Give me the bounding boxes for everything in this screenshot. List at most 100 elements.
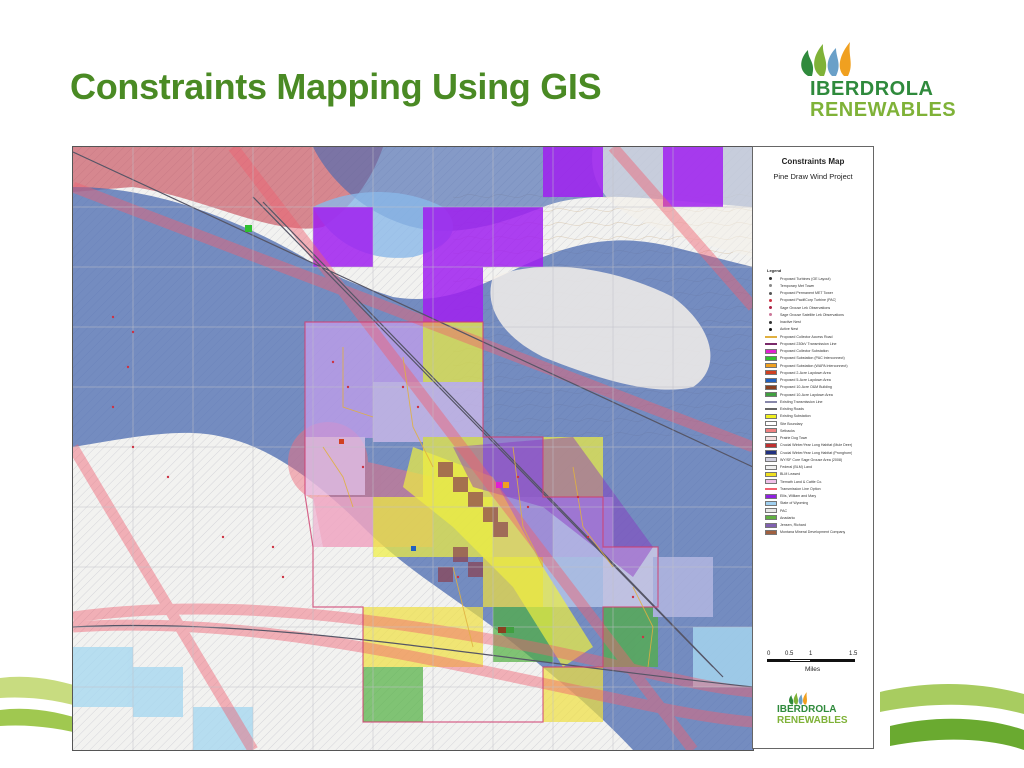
brand-name-line2: RENEWABLES [810,99,957,121]
legend-item: Existing Substation [765,413,871,420]
legend-swatch [765,348,777,354]
legend-map-title: Constraints Map [781,157,845,166]
legend-label: Crucial Winter/Year Long Habitat (Mule D… [780,443,853,448]
legend-label: Federal (BLM) Land [780,465,812,470]
laydown-10acre-marker [506,627,514,633]
legend-map-subtitle: Pine Draw Wind Project [773,172,853,181]
legend-item: Proposed 230kV Transmission Line [765,340,871,347]
map-canvas [73,147,753,750]
scale-bar-segment [811,659,855,662]
legend-label: Existing Roads [780,407,804,412]
legend-label: Anadarko [780,515,796,520]
legend-brand-line1: IBERDROLA [777,704,837,715]
legend-swatch [765,479,777,485]
legend-item: Proposed 10-Acre O&M Building [765,384,871,391]
legend-swatch [765,327,777,332]
legend-item: Proposed Turbines (GE Layout) [765,275,871,282]
scale-tick-label: 1.5 [849,651,858,657]
legend-label: Active Nest [780,327,799,332]
legend-swatch [765,508,777,514]
proposed-collector-substation-marker [496,482,502,488]
legend-swatch [765,442,777,448]
legend-swatch [765,457,777,463]
legend-item: Existing Transmission Line [765,398,871,405]
legend-label: Proposed 10-Acre Laydown Area [780,392,833,397]
legend-item: Site Boundary [765,420,871,427]
legend-item: Proposed Substation (PAC Interconnect) [765,355,871,362]
legend-item: Jensen, Richard [765,522,871,529]
legend-swatch [765,522,777,528]
legend-swatch [765,305,777,310]
legend-item: Active Nest [765,326,871,333]
legend-label: Proposed Turbines (GE Layout) [780,276,831,281]
legend-swatch [765,342,777,345]
scale-bar: 0 0.5 1 1.5 Miles [767,651,859,681]
legend-heading: Legend [767,268,782,273]
brand-name-line1: IBERDROLA [810,78,934,100]
legend-label: PAC [780,508,788,513]
legend-swatch [765,413,777,419]
legend-list: Proposed Turbines (GE Layout) Temporary M… [765,275,871,536]
legend-swatch [765,392,777,398]
legend-item: Existing Roads [765,406,871,413]
scale-tick-label: 1 [809,651,813,657]
legend-label: Proposed Collector Substation [780,349,829,354]
legend-item: Proposed Collector Access Road [765,333,871,340]
legend-item: Transmission Line Option [765,485,871,492]
legend-label: Temporary Met Tower [780,283,815,288]
legend-label: BLM Leased [780,472,801,477]
legend-brand-logo: IBERDROLA RENEWABLES [777,690,857,730]
legend-swatch [765,320,777,325]
legend-label: Proposed Substation (WAPA Interconnect) [780,363,848,368]
decorative-swoosh-right [880,683,1024,750]
scale-bar-segment [767,659,789,662]
legend-swatch [765,529,777,535]
legend-swatch [765,384,777,390]
legend-label: Existing Substation [780,414,811,419]
constraints-map[interactable] [72,146,754,751]
legend-item: Setbacks [765,427,871,434]
legend-swatch [765,312,777,317]
legend-item: Proposed PacifiCorp Turbine (PAC) [765,297,871,304]
legend-swatch [765,428,777,434]
legend-label: Transmission Line Option [780,486,821,491]
legend-swatch [765,283,777,288]
legend-label: Inactive Nest [780,320,801,325]
legend-item: Proposed 2-Acre Laydown Area [765,369,871,376]
legend-label: Proposed 10-Acre O&M Building [780,385,832,390]
page-title: Constraints Mapping Using GIS [70,66,602,107]
legend-swatch [765,421,777,427]
legend-swatch [765,450,777,456]
brand-logo: IBERDROLA RENEWABLES [796,36,966,131]
legend-label: Proposed Substation (PAC Interconnect) [780,356,845,361]
legend-item: Proposed 5-Acre Laydown Area [765,377,871,384]
laydown-area-marker [411,546,416,551]
legend-label: Setbacks [780,428,795,433]
legend-label: Proposed Permanent MET Tower [780,291,833,296]
legend-swatch [765,400,777,403]
legend-label: Ellis, William and Mary [780,494,817,499]
scale-bar-segment [789,659,811,662]
legend-brand-line2: RENEWABLES [777,715,848,726]
flame-drops-logo-icon [801,42,851,76]
legend-item: Tiemath Land & Cattle Co. [765,478,871,485]
legend-swatch [765,276,777,281]
legend-label: Sage Grouse Lek Observations [780,305,831,310]
legend-swatch [765,377,777,383]
legend-item: Proposed Substation (WAPA Interconnect) [765,362,871,369]
legend-item: Sage Grouse Lek Observations [765,304,871,311]
legend-label: Existing Transmission Line [780,399,823,404]
legend-swatch [765,435,777,441]
laydown-2acre-marker [339,439,344,444]
legend-swatch [765,464,777,470]
legend-item: Proposed Permanent MET Tower [765,290,871,297]
scale-tick-label: 0 [767,651,771,657]
legend-label: Proposed 230kV Transmission Line [780,341,837,346]
legend-label: Prairie Dog Town [780,436,808,441]
legend-swatch [765,355,777,361]
scale-units-label: Miles [805,666,821,673]
legend-item: Proposed Collector Substation [765,348,871,355]
legend-swatch [765,335,777,338]
legend-label: Tiemath Land & Cattle Co. [780,479,823,484]
legend-label: Proposed PacifiCorp Turbine (PAC) [780,298,837,303]
